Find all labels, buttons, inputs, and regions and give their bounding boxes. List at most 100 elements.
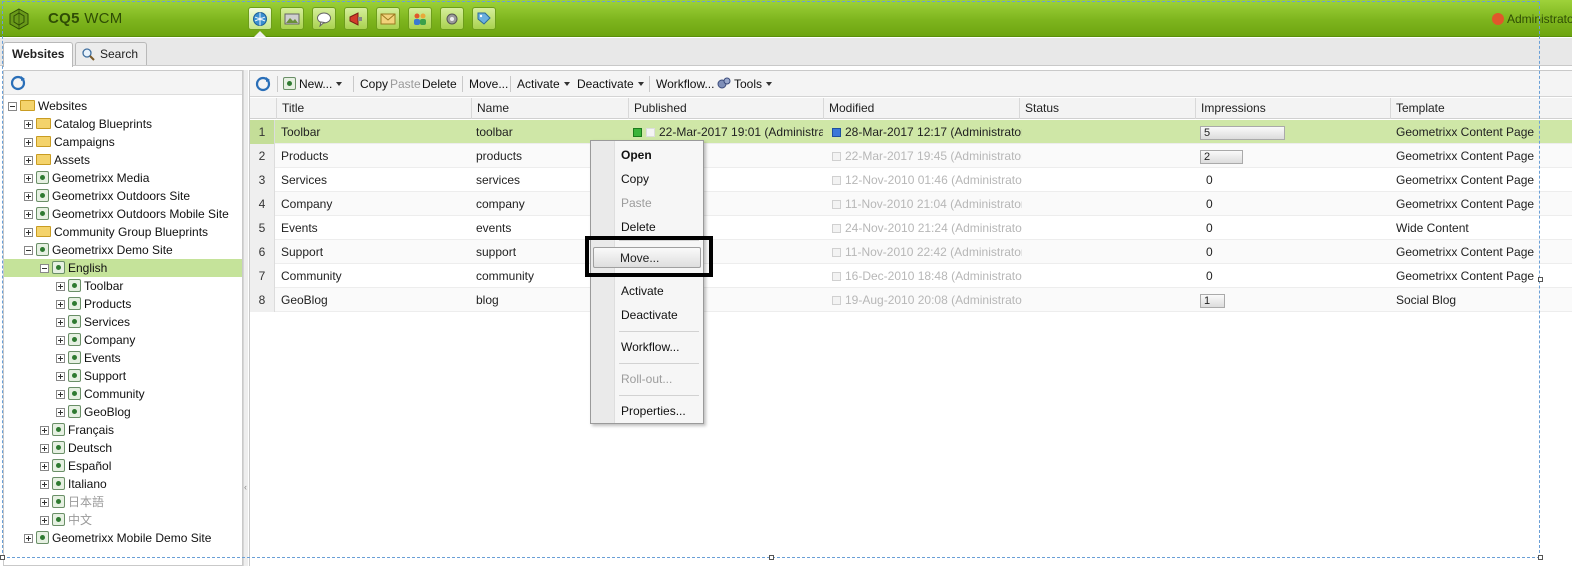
expand-icon[interactable] — [56, 372, 65, 381]
expand-icon[interactable] — [40, 444, 49, 453]
expand-icon[interactable] — [56, 354, 65, 363]
refresh-icon[interactable] — [10, 75, 26, 91]
tree-node[interactable]: GeoBlog — [56, 403, 131, 421]
table-row[interactable]: 1 Toolbar toolbar 22-Mar-2017 19:01 (Admini… — [250, 120, 1572, 144]
tree-node[interactable]: Services — [56, 313, 130, 331]
resize-handle[interactable] — [1538, 555, 1543, 560]
column-header-published[interactable]: Published — [628, 98, 823, 119]
table-row[interactable]: 3 Services services 12-Nov-2010 01:46 (Admi… — [250, 168, 1572, 192]
resize-handle[interactable] — [769, 555, 774, 560]
table-row[interactable]: 7 Community community 16-Dec-2010 18:48 (Ad… — [250, 264, 1572, 288]
tree-node[interactable]: 日本語 — [40, 493, 104, 511]
resize-handle[interactable] — [1538, 277, 1543, 282]
expand-icon[interactable] — [24, 156, 33, 165]
user-menu[interactable]: Administrator — [1492, 12, 1572, 26]
tree-node[interactable]: Geometrixx Mobile Demo Site — [24, 529, 211, 547]
tree-node[interactable]: Français — [40, 421, 114, 439]
delete-button[interactable]: Delete — [422, 77, 457, 91]
expand-icon[interactable] — [24, 174, 33, 183]
activate-button[interactable]: Activate — [517, 77, 570, 91]
column-header-impressions[interactable]: Impressions — [1195, 98, 1390, 119]
menu-item-paste[interactable]: Paste — [621, 196, 652, 210]
expand-icon[interactable] — [24, 138, 33, 147]
expand-icon[interactable] — [40, 426, 49, 435]
inbox-icon[interactable] — [376, 7, 400, 30]
menu-item-delete[interactable]: Delete — [621, 220, 656, 234]
tree-node[interactable]: Español — [40, 457, 111, 475]
tree-node[interactable]: Deutsch — [40, 439, 112, 457]
expand-icon[interactable] — [56, 408, 65, 417]
deactivate-button[interactable]: Deactivate — [577, 77, 644, 91]
expand-icon[interactable] — [56, 318, 65, 327]
menu-item-properties[interactable]: Properties... — [621, 404, 686, 418]
table-row[interactable]: 2 Products products 22-Mar-2017 19:45 (Admi… — [250, 144, 1572, 168]
new-button[interactable]: New... — [283, 77, 343, 91]
menu-item-deactivate[interactable]: Deactivate — [621, 308, 678, 322]
expand-icon[interactable] — [40, 462, 49, 471]
column-header-name[interactable]: Name — [471, 98, 628, 119]
tree-node[interactable]: Catalog Blueprints — [24, 115, 152, 133]
workflow-button[interactable]: Workflow... — [656, 77, 714, 91]
menu-item-rollout[interactable]: Roll-out... — [621, 372, 672, 386]
tools-button[interactable]: Tools — [717, 77, 773, 91]
tree-node[interactable]: Events — [56, 349, 121, 367]
tools-icon[interactable] — [440, 7, 464, 30]
copy-button[interactable]: Copy — [360, 77, 388, 91]
tree-node[interactable]: Geometrixx Outdoors Mobile Site — [24, 205, 229, 223]
expand-icon[interactable] — [24, 120, 33, 129]
column-header-template[interactable]: Template — [1390, 98, 1572, 119]
tagging-icon[interactable] — [472, 7, 496, 30]
tree-node[interactable]: Geometrixx Demo Site — [24, 241, 173, 259]
collapse-icon[interactable] — [24, 246, 33, 255]
column-header-modified[interactable]: Modified — [823, 98, 1019, 119]
expand-icon[interactable] — [40, 498, 49, 507]
digital-assets-icon[interactable] — [280, 7, 304, 30]
tree-node[interactable]: English — [4, 259, 242, 277]
resize-handle[interactable] — [0, 555, 5, 560]
expand-icon[interactable] — [24, 534, 33, 543]
tree-node[interactable]: Company — [56, 331, 135, 349]
menu-item-copy[interactable]: Copy — [621, 172, 649, 186]
users-icon[interactable] — [408, 7, 432, 30]
table-row[interactable]: 4 Company company 11-Nov-2010 21:04 (Admini… — [250, 192, 1572, 216]
expand-icon[interactable] — [24, 192, 33, 201]
tree-node[interactable]: Support — [56, 367, 126, 385]
expand-icon[interactable] — [56, 336, 65, 345]
paste-button[interactable]: Paste — [390, 77, 421, 91]
collapse-icon[interactable] — [8, 102, 17, 111]
expand-icon[interactable] — [24, 210, 33, 219]
expand-icon[interactable] — [40, 516, 49, 525]
column-header-title[interactable]: Title — [276, 98, 471, 119]
table-row[interactable]: 6 Support support 11-Nov-2010 22:42 (Admini… — [250, 240, 1572, 264]
tree-node[interactable]: Geometrixx Media — [24, 169, 149, 187]
tree-node[interactable]: 中文 — [40, 511, 92, 529]
expand-icon[interactable] — [56, 282, 65, 291]
websites-icon[interactable] — [248, 7, 272, 30]
move-button[interactable]: Move... — [469, 77, 508, 91]
tree-node[interactable]: Assets — [24, 151, 90, 169]
menu-item-activate[interactable]: Activate — [621, 284, 664, 298]
panel-splitter[interactable]: ‹ — [243, 70, 248, 566]
tree-node[interactable]: Products — [56, 295, 131, 313]
expand-icon[interactable] — [56, 390, 65, 399]
tree-node[interactable]: Community — [56, 385, 145, 403]
community-icon[interactable] — [312, 7, 336, 30]
table-row[interactable]: 8 GeoBlog blog 19-Aug-2010 20:08 (Administr… — [250, 288, 1572, 312]
expand-icon[interactable] — [40, 480, 49, 489]
menu-item-open[interactable]: Open — [621, 148, 652, 162]
tab-search[interactable]: Search — [75, 42, 148, 65]
table-row[interactable]: 5 Events events 24-Nov-2010 21:24 (Administ… — [250, 216, 1572, 240]
tree-node[interactable]: Toolbar — [56, 277, 123, 295]
tree-node[interactable]: Italiano — [40, 475, 107, 493]
tree-node[interactable]: Geometrixx Outdoors Site — [24, 187, 190, 205]
menu-item-workflow[interactable]: Workflow... — [621, 340, 679, 354]
tree-node[interactable]: Community Group Blueprints — [24, 223, 208, 241]
column-header-status[interactable]: Status — [1019, 98, 1195, 119]
tab-websites[interactable]: Websites — [3, 42, 74, 67]
tree-node[interactable]: Websites — [8, 97, 87, 115]
expand-icon[interactable] — [56, 300, 65, 309]
expand-icon[interactable] — [24, 228, 33, 237]
refresh-icon[interactable] — [255, 76, 271, 92]
campaigns-icon[interactable] — [344, 7, 368, 30]
splitter-grip-icon[interactable]: ‹ — [244, 482, 248, 496]
